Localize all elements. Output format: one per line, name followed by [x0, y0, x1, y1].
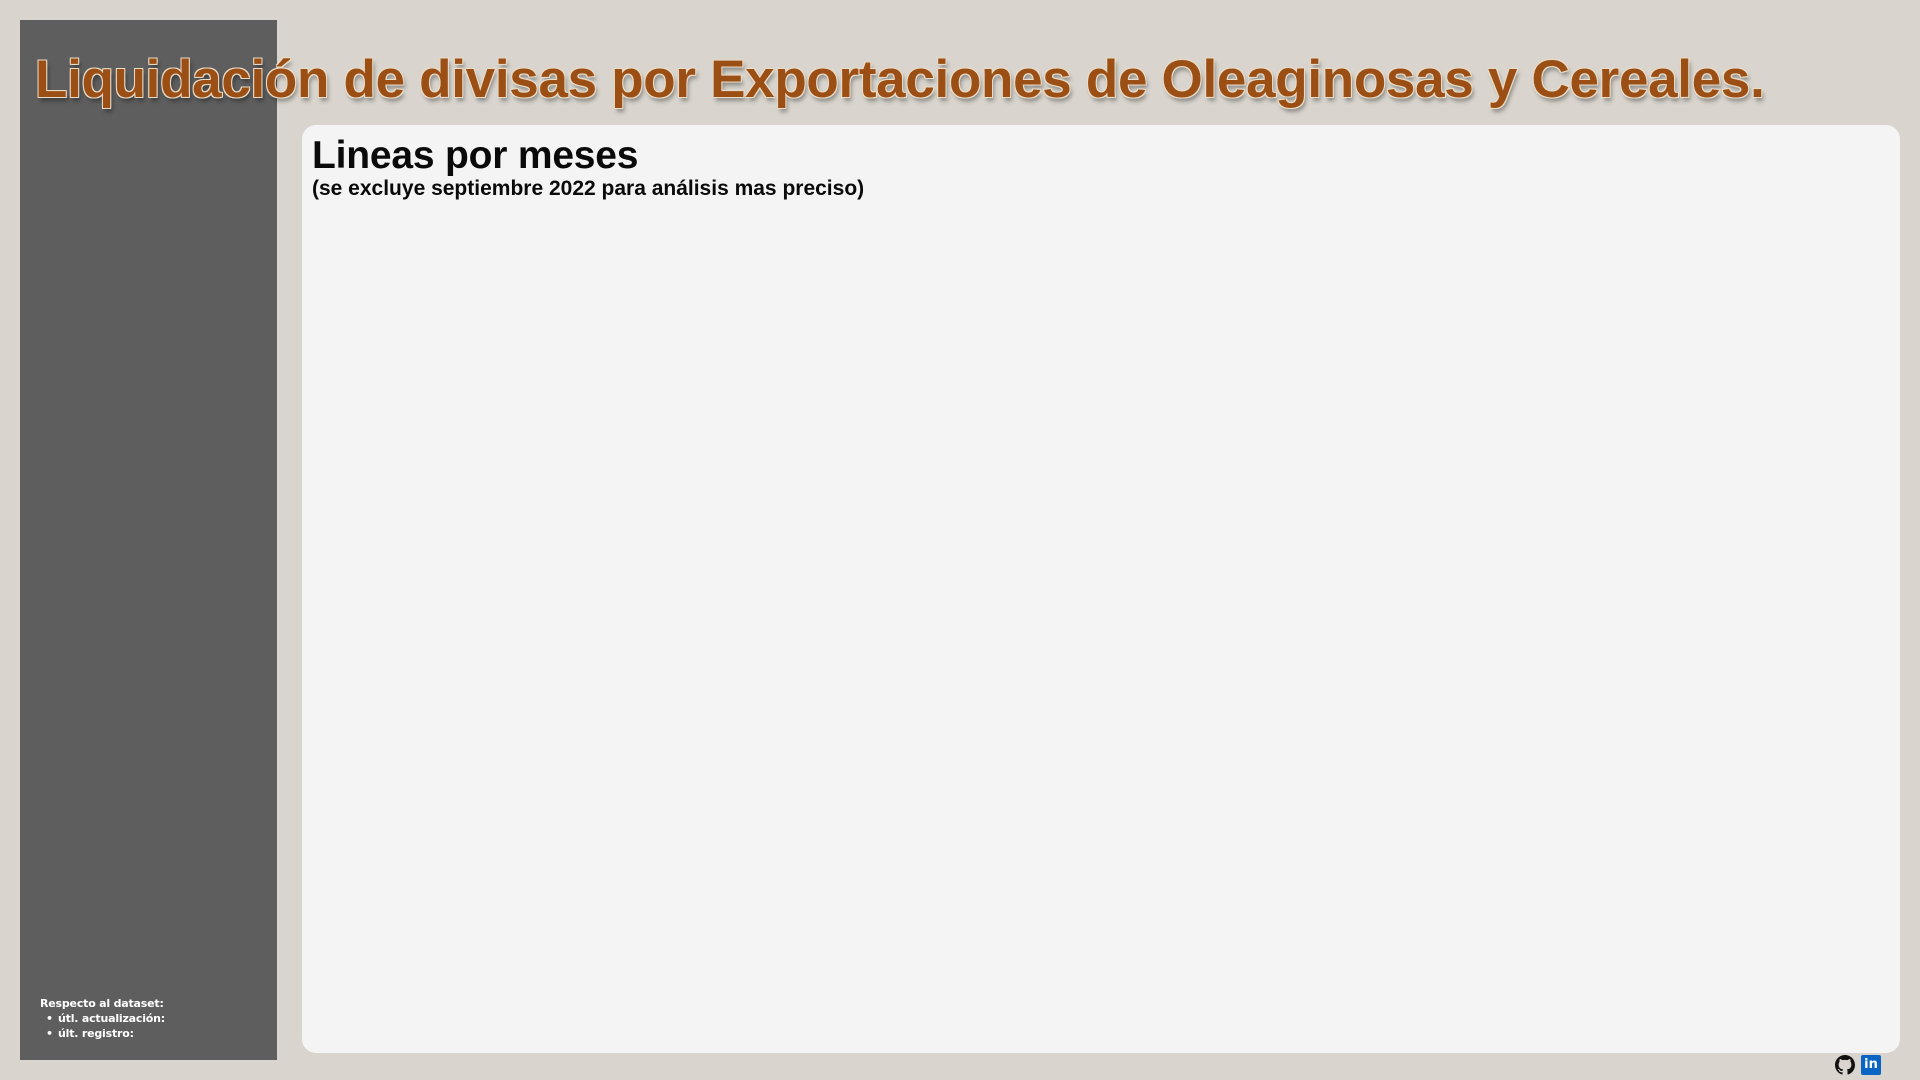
chart-panel: Lineas por meses (se excluye septiembre … — [302, 125, 1900, 1053]
last-update-label: útl. actualización: — [46, 1011, 165, 1026]
chart-title: Lineas por meses — [312, 134, 639, 177]
dataset-info-list: útl. actualización: últ. registro: — [40, 1011, 165, 1041]
chart-subtitle: (se excluye septiembre 2022 para análisi… — [312, 177, 865, 200]
panel-heading: Lineas por meses (se excluye septiembre … — [312, 135, 864, 201]
dataset-info-heading: Respecto al dataset: — [40, 997, 164, 1010]
linkedin-icon[interactable]: in — [1861, 1055, 1881, 1075]
social-links: in — [1835, 1055, 1881, 1075]
dataset-info: Respecto al dataset: útl. actualización:… — [40, 996, 165, 1041]
sidebar: Respecto al dataset: útl. actualización:… — [20, 20, 277, 1060]
last-record-label: últ. registro: — [46, 1026, 165, 1041]
page-title: Liquidación de divisas por Exportaciones… — [35, 50, 1765, 109]
github-icon[interactable] — [1835, 1055, 1855, 1075]
